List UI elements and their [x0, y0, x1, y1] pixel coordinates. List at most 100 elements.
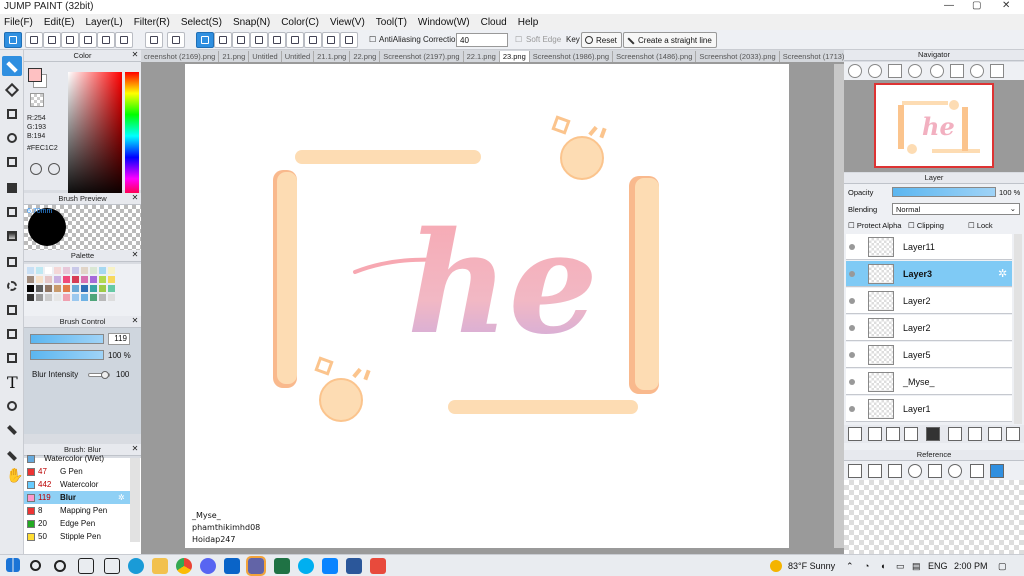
- visibility-icon[interactable]: [849, 298, 855, 304]
- widgets-icon[interactable]: [104, 558, 120, 574]
- menu-filter[interactable]: Filter(R): [134, 17, 170, 28]
- new-1bit-layer-icon[interactable]: [904, 427, 918, 441]
- protect-alpha-checkbox[interactable]: ☐ Protect Alpha: [848, 221, 901, 230]
- doc-tab[interactable]: Screenshot (2033).png: [696, 51, 780, 62]
- dropper-tool-icon[interactable]: [2, 420, 22, 440]
- canvas-paper[interactable]: he _Myse_ phamthikimhd08 Hoidap247: [185, 64, 789, 548]
- correction-input[interactable]: [456, 33, 508, 47]
- reference-view[interactable]: [844, 480, 1024, 554]
- panel-close-icon[interactable]: ✕: [131, 251, 139, 259]
- palette-swatch[interactable]: [27, 267, 34, 274]
- doc-tab[interactable]: creenshot (2169).png: [141, 51, 220, 62]
- bucket-tool-icon[interactable]: [2, 202, 22, 222]
- chevron-up-icon[interactable]: ⌃: [846, 561, 854, 572]
- battery-icon[interactable]: ▭: [896, 561, 905, 572]
- folder-open-icon[interactable]: [868, 464, 882, 478]
- chrome-icon[interactable]: [176, 558, 192, 574]
- magic-wand-icon[interactable]: [2, 300, 22, 320]
- palette-swatch[interactable]: [81, 294, 88, 301]
- visibility-icon[interactable]: [849, 325, 855, 331]
- layer-menu-icon[interactable]: [988, 427, 1002, 441]
- doc-tab[interactable]: Screenshot (2197).png: [380, 51, 464, 62]
- new-8bit-layer-icon[interactable]: [886, 427, 900, 441]
- export-icon[interactable]: [25, 32, 43, 48]
- brush-item[interactable]: Watercolor (Wet): [24, 452, 130, 465]
- visibility-icon[interactable]: [849, 379, 855, 385]
- panel-close-icon[interactable]: ✕: [131, 51, 139, 59]
- panel-close-icon[interactable]: ✕: [131, 194, 139, 202]
- menu-help[interactable]: Help: [518, 17, 539, 28]
- palette-swatch[interactable]: [72, 285, 79, 292]
- weather-text[interactable]: 83°F Sunny: [788, 561, 835, 571]
- snap-parallel-icon[interactable]: [214, 32, 232, 48]
- menu-layer[interactable]: Layer(L): [85, 17, 122, 28]
- new-folder-icon[interactable]: [926, 427, 940, 441]
- operation-tool-icon[interactable]: [2, 396, 22, 416]
- snap-settings-icon[interactable]: [340, 32, 358, 48]
- palette-swatch[interactable]: [108, 285, 115, 292]
- redo-icon[interactable]: [167, 32, 185, 48]
- color-set-icon[interactable]: [48, 163, 60, 175]
- panel-close-icon[interactable]: ✕: [131, 445, 139, 453]
- undo-icon[interactable]: [145, 32, 163, 48]
- palette-swatch[interactable]: [81, 276, 88, 283]
- palette-swatch[interactable]: [45, 276, 52, 283]
- menu-file[interactable]: File(F): [4, 17, 33, 28]
- saturation-value-picker[interactable]: [68, 72, 122, 200]
- jump-paint-icon[interactable]: [370, 558, 386, 574]
- brush-item-selected[interactable]: 119 Blur ✲: [24, 491, 130, 504]
- discord-icon[interactable]: [200, 558, 216, 574]
- palette-swatch[interactable]: [90, 294, 97, 301]
- layer-row[interactable]: Layer2: [846, 315, 1012, 341]
- brush-item[interactable]: 50 Stipple Pen: [24, 530, 130, 543]
- reference-dropper-icon[interactable]: [970, 464, 984, 478]
- doc-tab-active[interactable]: 23.png: [499, 51, 530, 62]
- layer-row[interactable]: Layer1: [846, 396, 1012, 422]
- pen-tool-icon[interactable]: [2, 446, 22, 466]
- duplicate-layer-icon[interactable]: [948, 427, 962, 441]
- select-eraser-icon[interactable]: [2, 348, 22, 368]
- skype-icon[interactable]: [298, 558, 314, 574]
- palette-swatch[interactable]: [81, 267, 88, 274]
- task-view-icon[interactable]: [78, 558, 94, 574]
- menu-tool[interactable]: Tool(T): [376, 17, 407, 28]
- reference-hand-icon[interactable]: [990, 464, 1004, 478]
- gradient-tool-icon[interactable]: [2, 226, 22, 246]
- reference-add-icon[interactable]: [848, 464, 862, 478]
- word-icon[interactable]: [346, 558, 362, 574]
- palette-swatch[interactable]: [99, 276, 106, 283]
- doc-tab[interactable]: Untitled: [249, 51, 282, 62]
- layer-row[interactable]: Layer5: [846, 342, 1012, 368]
- layer-opacity-slider[interactable]: [892, 187, 996, 197]
- grid-icon[interactable]: [115, 32, 133, 48]
- menu-view[interactable]: View(V): [330, 17, 365, 28]
- layer-row[interactable]: _Myse_: [846, 369, 1012, 395]
- doc-tab[interactable]: 21.1.png: [314, 51, 351, 62]
- palette-swatch[interactable]: [108, 294, 115, 301]
- palette-swatch[interactable]: [54, 294, 61, 301]
- brush-size-value[interactable]: 119: [108, 333, 130, 345]
- zoom-out-icon[interactable]: [908, 64, 922, 78]
- new-layer-icon[interactable]: [848, 427, 862, 441]
- search-icon[interactable]: [30, 560, 41, 571]
- layer-row[interactable]: Layer2: [846, 288, 1012, 314]
- minimize-icon[interactable]: —: [944, 0, 954, 11]
- menu-snap[interactable]: Snap(N): [233, 17, 270, 28]
- new-halftone-layer-icon[interactable]: [868, 427, 882, 441]
- cortana-icon[interactable]: [54, 560, 66, 572]
- rotate-right-icon[interactable]: [970, 64, 984, 78]
- palette-swatch[interactable]: [81, 285, 88, 292]
- palette-swatch[interactable]: [72, 294, 79, 301]
- reference-zoom-out-icon[interactable]: [948, 464, 962, 478]
- select-pen-icon[interactable]: [2, 324, 22, 344]
- messenger-icon[interactable]: [322, 558, 338, 574]
- visibility-icon[interactable]: [849, 271, 855, 277]
- snap-curve-icon[interactable]: [304, 32, 322, 48]
- keyboard-icon[interactable]: ▤: [912, 561, 921, 572]
- document-icon[interactable]: [97, 32, 115, 48]
- navigator-view[interactable]: he: [844, 80, 1024, 172]
- palette-swatch[interactable]: [90, 276, 97, 283]
- maximize-icon[interactable]: ▢: [972, 0, 981, 11]
- brush-item[interactable]: 47 G Pen: [24, 465, 130, 478]
- rectangle-tool-icon[interactable]: [2, 104, 22, 124]
